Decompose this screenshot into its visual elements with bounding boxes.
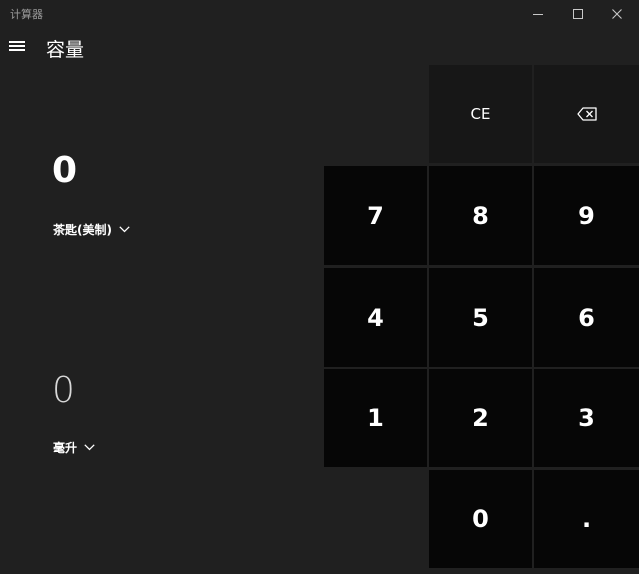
number-4-label: 4 [367,303,384,332]
calculator-window: 计算器 容量 0 茶匙(美制) 0 毫升 CE 7 8 9 4 5 6 1 2 … [0,0,639,574]
number-4-button[interactable]: 4 [324,268,427,367]
mode-title: 容量 [46,39,85,61]
decimal-label: . [581,505,592,533]
number-6-label: 6 [578,303,595,332]
clear-entry-label: CE [470,105,491,123]
from-unit-dropdown[interactable]: 茶匙(美制) [53,221,130,238]
number-1-button[interactable]: 1 [324,369,427,467]
maximize-button[interactable] [559,0,597,28]
minimize-button[interactable] [519,0,557,28]
number-0-label: 0 [472,505,489,533]
number-0-button[interactable]: 0 [429,470,532,568]
close-icon [612,9,622,19]
number-8-label: 8 [472,201,489,230]
chevron-down-icon [84,444,95,451]
number-6-button[interactable]: 6 [534,268,639,367]
app-title: 计算器 [10,8,43,21]
decimal-button[interactable]: . [534,470,639,568]
number-2-button[interactable]: 2 [429,369,532,467]
from-value[interactable]: 0 [52,150,77,191]
title-bar: 计算器 [0,0,639,28]
from-unit-label: 茶匙(美制) [53,223,112,237]
backspace-button[interactable] [534,65,639,163]
chevron-down-icon [119,226,130,233]
number-5-button[interactable]: 5 [429,268,532,367]
maximize-icon [573,9,583,19]
to-unit-label: 毫升 [53,441,78,455]
number-9-button[interactable]: 9 [534,166,639,265]
number-3-button[interactable]: 3 [534,369,639,467]
backspace-icon [576,107,597,121]
number-7-button[interactable]: 7 [324,166,427,265]
number-5-label: 5 [472,303,489,332]
number-8-button[interactable]: 8 [429,166,532,265]
close-button[interactable] [598,0,636,28]
menu-button[interactable] [9,39,25,53]
number-9-label: 9 [578,201,595,230]
number-3-label: 3 [578,404,595,432]
to-value[interactable]: 0 [52,370,75,411]
header: 容量 [0,30,320,64]
clear-entry-button[interactable]: CE [429,65,532,163]
number-7-label: 7 [367,201,384,230]
number-2-label: 2 [472,404,489,432]
minimize-icon [533,13,543,15]
number-1-label: 1 [367,404,384,432]
to-unit-dropdown[interactable]: 毫升 [53,439,95,456]
